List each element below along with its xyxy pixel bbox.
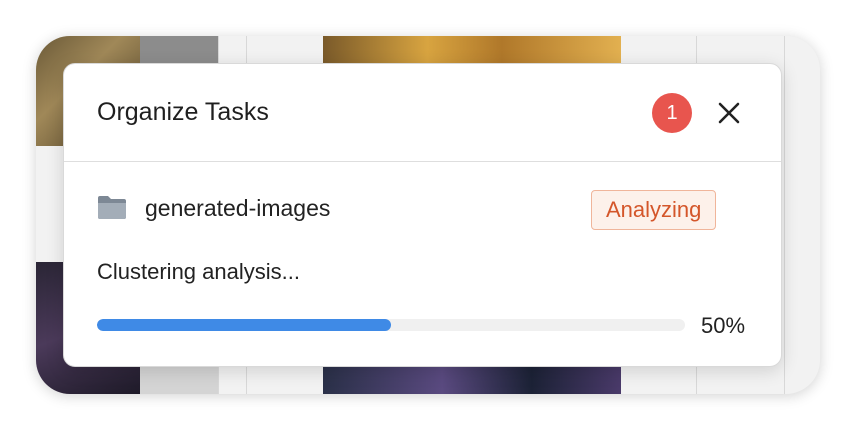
dialog-header: Organize Tasks 1 [64,64,781,162]
close-button[interactable] [714,98,744,128]
status-badge: Analyzing [591,190,717,230]
progress-bar [97,319,685,331]
folder-icon [98,196,126,219]
task-status-text: Clustering analysis... [97,259,300,284]
organize-tasks-dialog: Organize Tasks 1 generated-images Analyz… [63,63,782,367]
dialog-title: Organize Tasks [97,98,269,126]
task-count-badge: 1 [652,93,692,133]
divider [784,36,785,394]
progress-percent: 50% [701,313,746,338]
folder-name: generated-images [145,195,331,221]
progress-bar-fill [97,319,391,331]
close-icon [718,102,740,124]
